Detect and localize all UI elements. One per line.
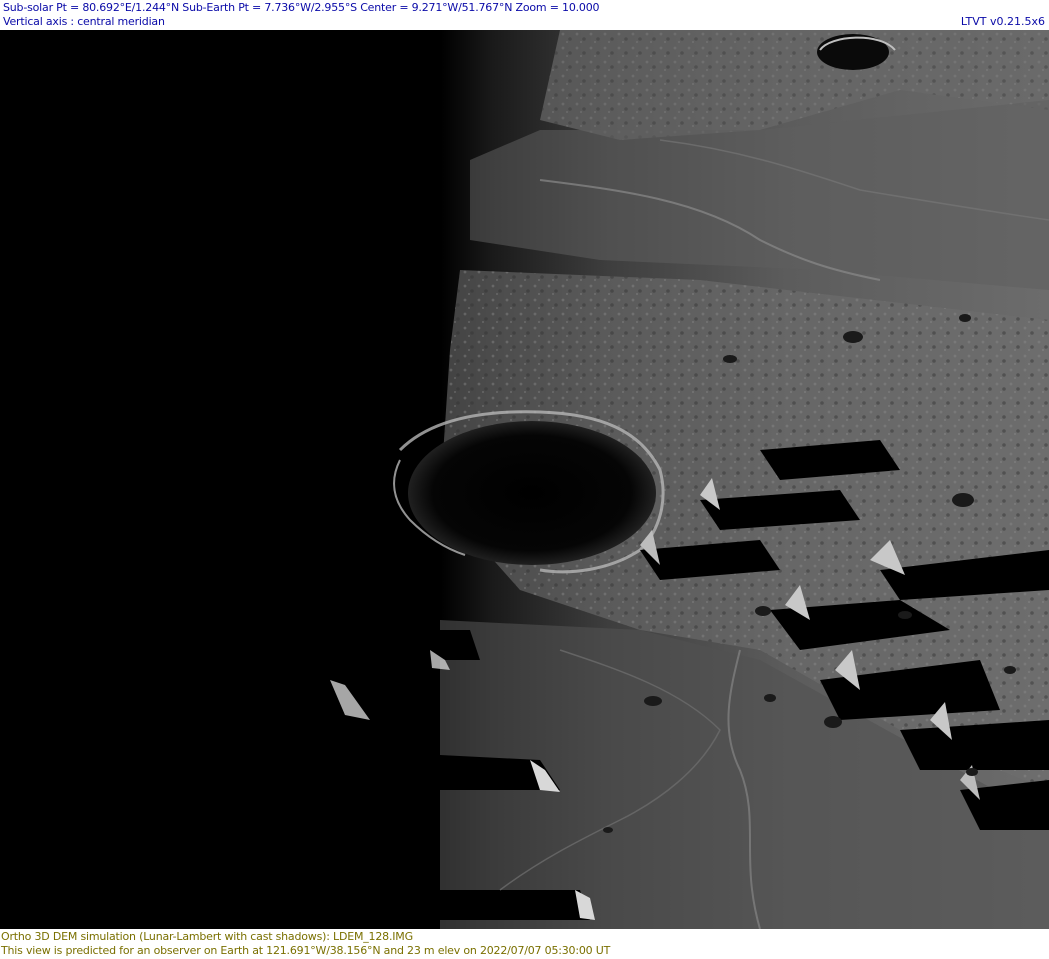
lunar-terrain-view[interactable] [0, 30, 1049, 929]
header-geometry-readout: Sub-solar Pt = 80.692°E/1.244°N Sub-Eart… [3, 1, 600, 14]
crater-small-7 [723, 355, 737, 363]
crater-small-12 [1004, 666, 1016, 674]
crater-small-6 [959, 314, 971, 322]
footer-simulation-readout: Ortho 3D DEM simulation (Lunar-Lambert w… [1, 930, 413, 943]
crater-small-4 [824, 716, 842, 728]
info-footer: Ortho 3D DEM simulation (Lunar-Lambert w… [0, 929, 1049, 959]
crater-small-9 [603, 827, 613, 833]
crater-small-2 [952, 493, 974, 507]
footer-observer-readout: This view is predicted for an observer o… [1, 944, 611, 957]
info-header: Sub-solar Pt = 80.692°E/1.244°N Sub-Eart… [0, 0, 1049, 30]
shadow-finger-3 [380, 630, 480, 660]
crater-small-3 [644, 696, 662, 706]
header-axis-readout: Vertical axis : central meridian [3, 15, 165, 28]
app-version-label: LTVT v0.21.5x6 [960, 15, 1045, 28]
crater-small-5 [755, 606, 771, 616]
crater-small-10 [966, 768, 978, 776]
crater-small-1 [843, 331, 863, 343]
crater-small-8 [764, 694, 776, 702]
terrain-rendering [0, 30, 1049, 929]
shadow-finger-2 [360, 890, 590, 920]
crater-small-11 [898, 611, 912, 619]
large-crater-floor [408, 421, 656, 565]
